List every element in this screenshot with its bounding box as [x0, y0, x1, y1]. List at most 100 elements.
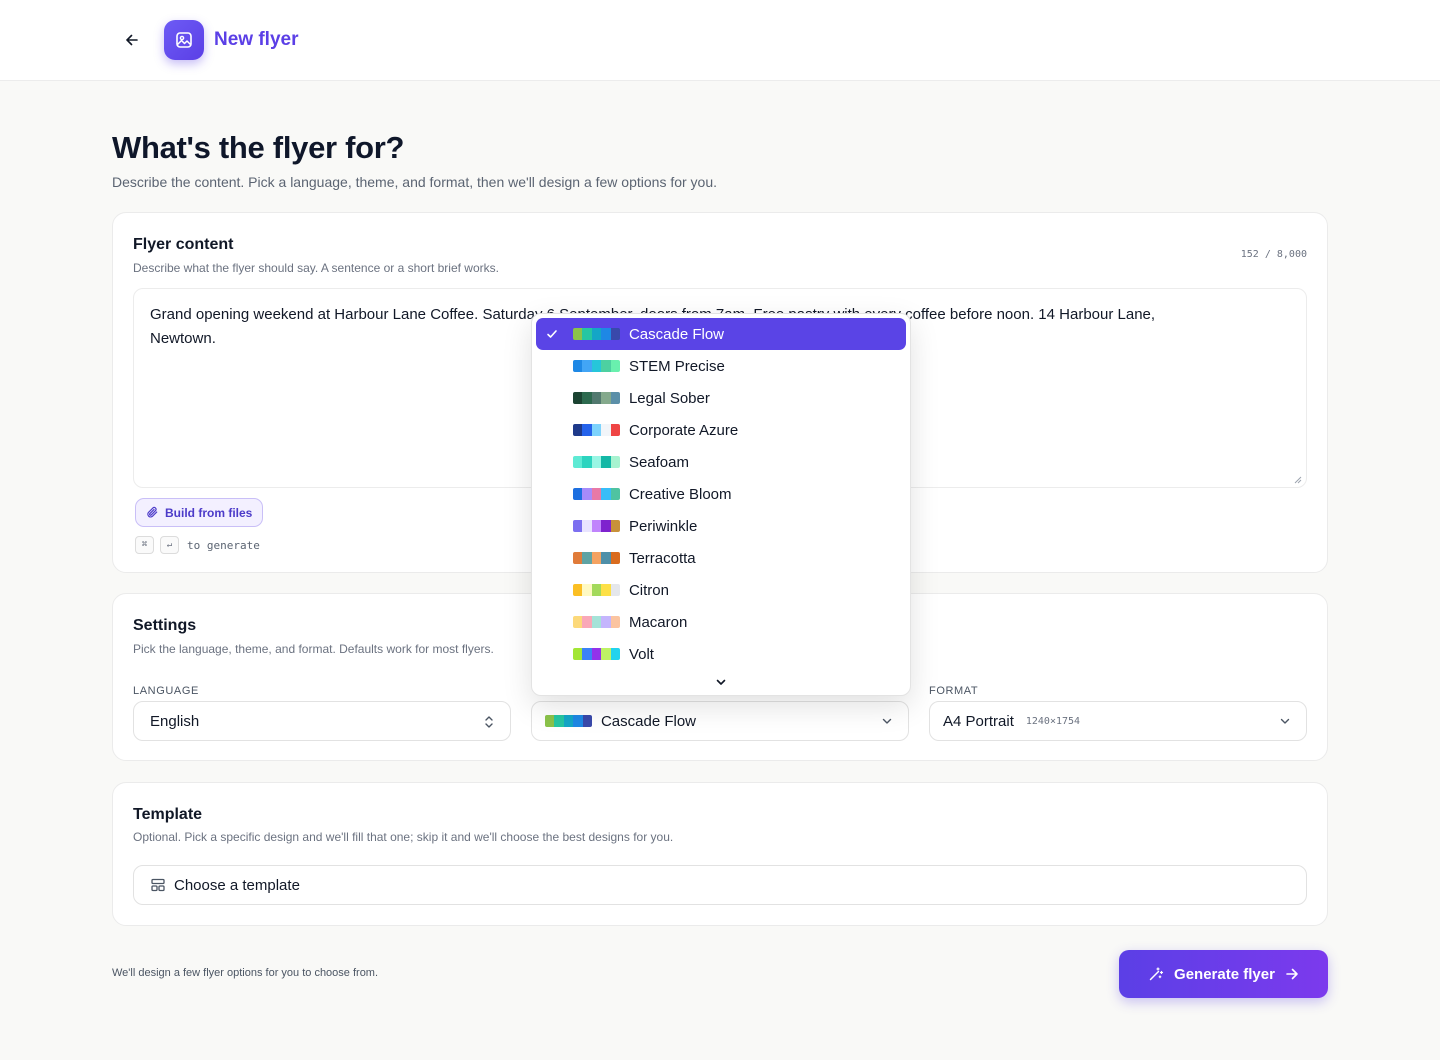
- app-title: New flyer: [214, 29, 299, 50]
- top-bar: New flyer: [0, 0, 1440, 81]
- magic-wand-icon: [1149, 967, 1164, 981]
- language-label: LANGUAGE: [133, 685, 199, 697]
- theme-option-label: Periwinkle: [628, 517, 698, 535]
- template-subtitle: Optional. Pick a specific design and we'…: [133, 830, 674, 844]
- build-from-files-button[interactable]: Build from files: [135, 498, 264, 527]
- swatch-color: [582, 648, 592, 660]
- theme-option-swatch: [573, 456, 620, 468]
- theme-option[interactable]: Corporate Azure: [536, 414, 906, 446]
- swatch-color: [610, 552, 620, 564]
- theme-option-swatch: [573, 392, 620, 404]
- swatch-color: [591, 552, 602, 564]
- swatch-color: [610, 520, 620, 532]
- theme-option-swatch: [573, 424, 620, 436]
- theme-option-swatch: [573, 648, 620, 660]
- theme-option-label: Legal Sober: [628, 389, 710, 407]
- swatch-color: [591, 520, 602, 532]
- swatch-color: [610, 584, 620, 596]
- swatch-color: [582, 616, 592, 628]
- swatch-color: [601, 648, 611, 660]
- theme-option-swatch: [573, 360, 620, 372]
- theme-select[interactable]: Cascade Flow: [531, 701, 909, 741]
- theme-option-label: STEM Precise: [628, 357, 725, 375]
- theme-option-swatch: [573, 616, 620, 628]
- format-select[interactable]: A4 Portrait 1240×1754: [929, 701, 1307, 741]
- swatch-color: [601, 488, 611, 500]
- theme-option-swatch: [573, 552, 620, 564]
- theme-option[interactable]: Creative Bloom: [536, 478, 906, 510]
- theme-dropdown: Cascade Flow STEM Precise Legal Sober Corpo…: [531, 313, 911, 696]
- theme-option[interactable]: Citron: [536, 574, 906, 606]
- back-button[interactable]: [118, 26, 146, 54]
- template-title: Template: [133, 806, 203, 823]
- generate-flyer-button[interactable]: Generate flyer: [1119, 950, 1328, 998]
- theme-option-label: Corporate Azure: [628, 421, 739, 439]
- theme-option-label: Creative Bloom: [628, 485, 732, 503]
- chevron-down-icon: [716, 679, 726, 685]
- swatch-color: [582, 552, 592, 564]
- chevron-down-icon: [1280, 718, 1290, 724]
- swatch-color: [582, 456, 592, 468]
- swatch-color: [601, 360, 611, 372]
- language-select[interactable]: English: [133, 701, 511, 741]
- scroll-more-button[interactable]: [532, 675, 910, 689]
- flyer-content-title: Flyer content: [133, 236, 234, 253]
- footer-note: We'll design a few flyer options for you…: [112, 967, 379, 979]
- theme-swatch: [545, 715, 592, 727]
- swatch-color: [563, 715, 574, 727]
- swatch-color: [601, 328, 611, 340]
- swatch-color: [573, 648, 583, 660]
- app-logo: [164, 20, 204, 60]
- swatch-color: [601, 392, 611, 404]
- swatch-color: [582, 584, 592, 596]
- generate-flyer-label: Generate flyer: [1174, 965, 1275, 983]
- template-card: Template Optional. Pick a specific desig…: [112, 782, 1328, 926]
- paperclip-icon: [147, 506, 158, 518]
- theme-option[interactable]: Periwinkle: [536, 510, 906, 542]
- format-dimensions: 1240×1754: [1025, 715, 1081, 727]
- keyboard-hint: ⌘ ↵ to generate: [135, 536, 260, 554]
- swatch-color: [591, 392, 602, 404]
- theme-option-swatch: [573, 520, 620, 532]
- swatch-color: [591, 648, 602, 660]
- swatch-color: [601, 520, 611, 532]
- image-icon: [176, 32, 192, 48]
- swatch-color: [591, 616, 602, 628]
- flyer-content-subtitle: Describe what the flyer should say. A se…: [133, 261, 499, 275]
- theme-option[interactable]: Macaron: [536, 606, 906, 638]
- page-subtitle: Describe the content. Pick a language, t…: [112, 174, 718, 190]
- theme-option-swatch: [573, 328, 620, 340]
- swatch-color: [601, 584, 611, 596]
- swatch-color: [610, 488, 620, 500]
- choose-template-label: Choose a template: [174, 876, 300, 894]
- theme-option[interactable]: Legal Sober: [536, 382, 906, 414]
- choose-template-button[interactable]: Choose a template: [133, 865, 1307, 905]
- settings-title: Settings: [133, 617, 197, 634]
- swatch-color: [591, 328, 602, 340]
- settings-subtitle: Pick the language, theme, and format. De…: [133, 642, 494, 656]
- swatch-color: [573, 360, 583, 372]
- swatch-color: [591, 456, 602, 468]
- theme-option-label: Terracotta: [628, 549, 696, 567]
- theme-value: Cascade Flow: [600, 712, 696, 730]
- theme-option[interactable]: Terracotta: [536, 542, 906, 574]
- theme-option-label: Citron: [628, 581, 669, 599]
- swatch-color: [573, 520, 583, 532]
- swatch-color: [582, 715, 592, 727]
- resize-grip-icon[interactable]: [1294, 476, 1302, 484]
- swatch-color: [601, 552, 611, 564]
- language-value: English: [150, 712, 200, 730]
- theme-option[interactable]: Volt: [536, 638, 906, 670]
- theme-option[interactable]: Cascade Flow: [536, 318, 906, 350]
- theme-options-list: Cascade Flow STEM Precise Legal Sober Corpo…: [536, 318, 906, 670]
- swatch-color: [573, 456, 583, 468]
- swatch-color: [573, 328, 583, 340]
- layout-template-icon: [151, 878, 165, 892]
- theme-option[interactable]: STEM Precise: [536, 350, 906, 382]
- theme-option[interactable]: Seafoam: [536, 446, 906, 478]
- swatch-color: [573, 552, 583, 564]
- swatch-color: [582, 424, 592, 436]
- swatch-color: [573, 488, 583, 500]
- theme-option-label: Macaron: [628, 613, 688, 631]
- theme-option-label: Seafoam: [628, 453, 689, 471]
